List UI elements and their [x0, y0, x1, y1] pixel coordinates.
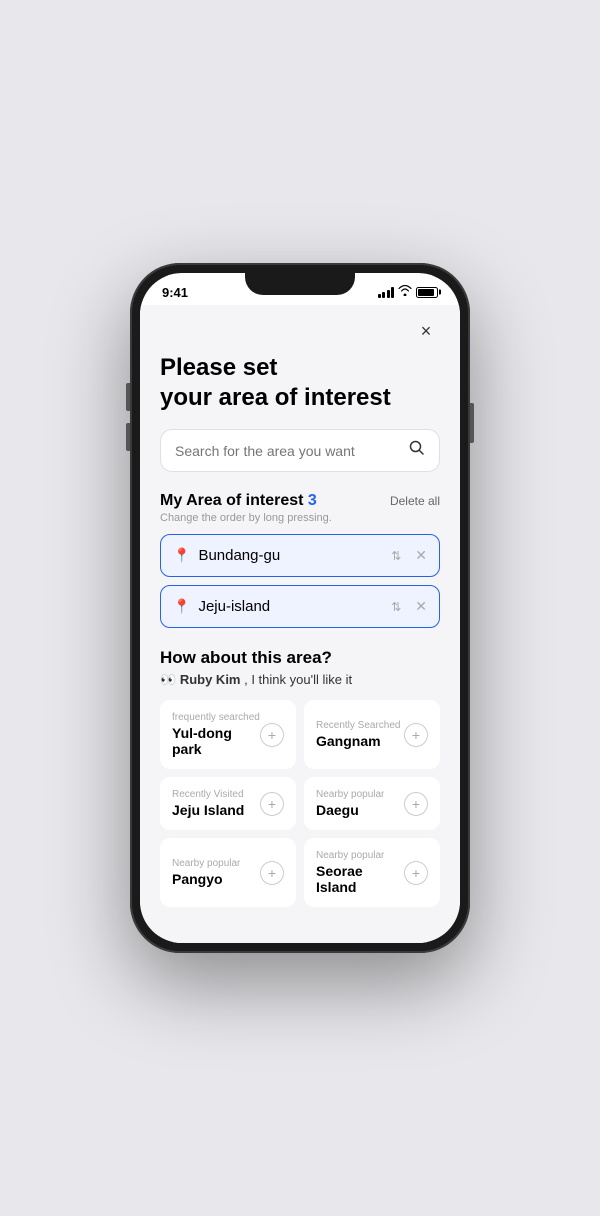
suggest-label-2: Recently Visited [172, 789, 260, 800]
search-icon [409, 440, 425, 461]
recommend-title: How about this area? [160, 648, 440, 668]
search-container [160, 429, 440, 472]
area-item-bundang: 📍 Bundang-gu ⇅ ✕ [160, 534, 440, 577]
notch [245, 273, 355, 295]
status-icons [378, 285, 439, 299]
emoji: 👀 [160, 672, 176, 687]
wifi-icon [398, 285, 412, 299]
add-button-seorae[interactable]: + [404, 861, 428, 885]
location-pin-icon: 📍 [173, 547, 190, 564]
signal-icon [378, 286, 395, 298]
area-count: 3 [308, 492, 317, 509]
suggest-label-1: Recently Searched [316, 720, 404, 731]
suggest-name-2: Jeju Island [172, 802, 260, 818]
phone-frame: 9:41 [130, 263, 470, 953]
close-row: × [160, 305, 440, 353]
page-title: Please set your area of interest [160, 353, 440, 413]
search-input[interactable] [175, 443, 401, 459]
area-name-bundang: Bundang-gu [198, 547, 383, 564]
suggest-name-4: Pangyo [172, 871, 260, 887]
subtitle-suffix: , I think you'll like it [244, 672, 352, 687]
main-content[interactable]: × Please set your area of interest [140, 305, 460, 943]
suggest-card-yuldong: frequently searched Yul-dong park + [160, 700, 296, 769]
section-title-row: My Area of interest 3 Delete all [160, 492, 440, 510]
add-button-gangnam[interactable]: + [404, 723, 428, 747]
reorder-icon-2[interactable]: ⇅ [391, 600, 401, 614]
area-name-jeju: Jeju-island [198, 598, 383, 615]
suggest-name-3: Daegu [316, 802, 404, 818]
remove-icon-jeju[interactable]: ✕ [415, 598, 427, 615]
add-button-yuldong[interactable]: + [260, 723, 284, 747]
add-button-daegu[interactable]: + [404, 792, 428, 816]
suggest-label-0: frequently searched [172, 712, 260, 723]
phone-screen: 9:41 [140, 273, 460, 943]
suggest-label-5: Nearby popular [316, 850, 404, 861]
my-area-title: My Area of interest [160, 492, 303, 509]
location-pin-icon-2: 📍 [173, 598, 190, 615]
reorder-icon[interactable]: ⇅ [391, 549, 401, 563]
suggest-label-4: Nearby popular [172, 858, 260, 869]
recommend-section: How about this area? 👀 Ruby Kim , I thin… [160, 648, 440, 907]
remove-icon-bundang[interactable]: ✕ [415, 547, 427, 564]
volume-down-button [126, 423, 130, 451]
suggest-card-jejuisland: Recently Visited Jeju Island + [160, 777, 296, 830]
my-area-section: My Area of interest 3 Delete all Change … [160, 492, 440, 524]
suggest-name-5: Seorae Island [316, 863, 404, 895]
delete-all-button[interactable]: Delete all [390, 494, 440, 508]
power-button [470, 403, 474, 443]
close-button[interactable]: × [412, 317, 440, 345]
suggest-name-1: Gangnam [316, 733, 404, 749]
recommend-subtitle: 👀 Ruby Kim , I think you'll like it [160, 672, 440, 688]
volume-up-button [126, 383, 130, 411]
suggest-card-daegu: Nearby popular Daegu + [304, 777, 440, 830]
battery-icon [416, 287, 438, 298]
area-subtitle: Change the order by long pressing. [160, 512, 440, 524]
suggest-grid: frequently searched Yul-dong park + Rece… [160, 700, 440, 907]
area-item-jeju: 📍 Jeju-island ⇅ ✕ [160, 585, 440, 628]
area-list: 📍 Bundang-gu ⇅ ✕ 📍 Jeju-island ⇅ ✕ [160, 534, 440, 628]
status-time: 9:41 [162, 285, 188, 300]
suggest-label-3: Nearby popular [316, 789, 404, 800]
suggest-name-0: Yul-dong park [172, 725, 260, 757]
suggest-card-seorae: Nearby popular Seorae Island + [304, 838, 440, 907]
add-button-pangyo[interactable]: + [260, 861, 284, 885]
add-button-jejuisland[interactable]: + [260, 792, 284, 816]
user-name: Ruby Kim [180, 672, 241, 687]
suggest-card-pangyo: Nearby popular Pangyo + [160, 838, 296, 907]
suggest-card-gangnam: Recently Searched Gangnam + [304, 700, 440, 769]
section-title-group: My Area of interest 3 [160, 492, 317, 510]
